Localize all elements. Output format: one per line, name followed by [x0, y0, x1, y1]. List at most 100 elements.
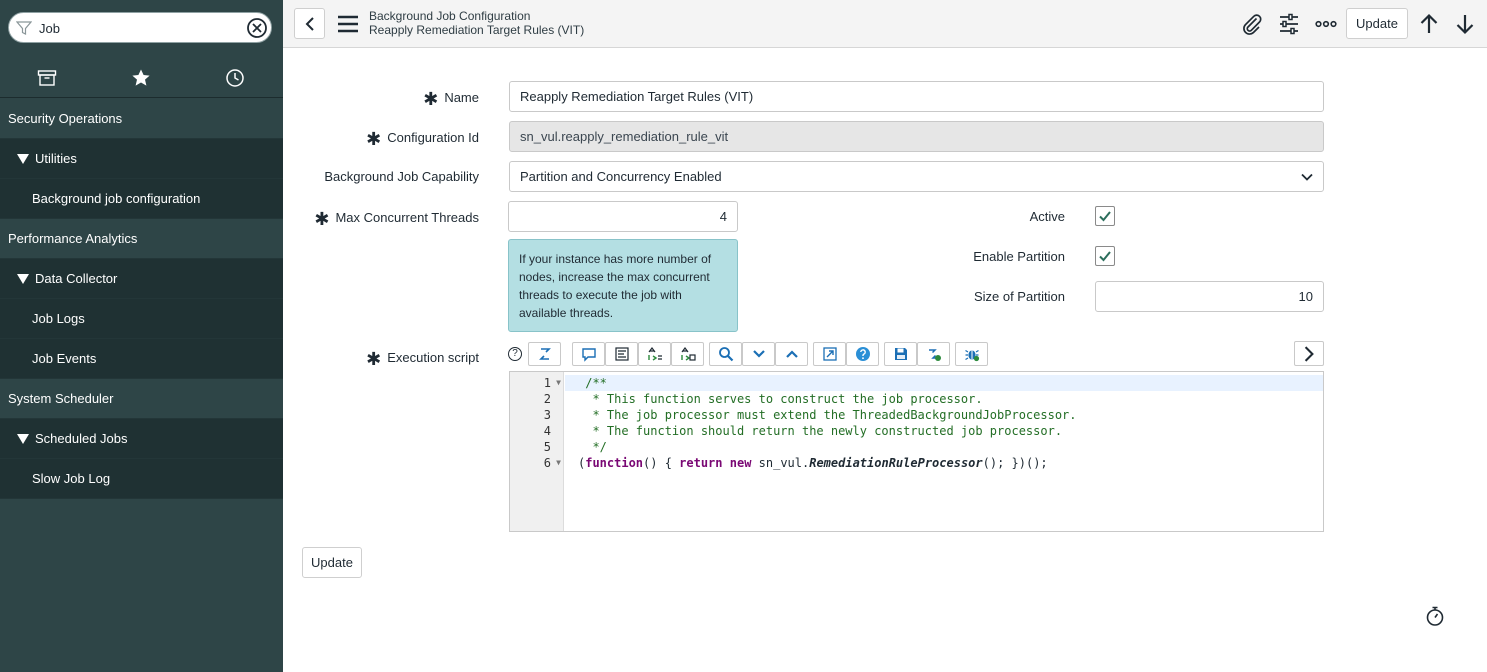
arrow-up-icon[interactable]: [1417, 12, 1441, 36]
navigator-list: Security Operations Utilities Background…: [0, 99, 283, 499]
nav-section-data-collector[interactable]: Data Collector: [0, 259, 283, 299]
form-header: Background Job Configuration Reapply Rem…: [283, 0, 1487, 48]
mandatory-icon: ✱: [366, 349, 382, 369]
nav-label: Scheduled Jobs: [35, 431, 128, 446]
enable-partition-checkbox[interactable]: [1095, 246, 1115, 266]
code-line: * This function serves to construct the …: [578, 392, 983, 406]
fullscreen-button[interactable]: [813, 342, 846, 366]
caret-down-icon: [17, 273, 29, 284]
enable-partition-label: Enable Partition: [973, 249, 1065, 264]
tab-all-applications[interactable]: [0, 58, 94, 98]
table-label: Background Job Configuration: [369, 9, 531, 23]
update-button-footer[interactable]: Update: [302, 547, 362, 578]
capability-select[interactable]: Partition and Concurrency Enabled: [509, 161, 1324, 192]
active-line-highlight: [565, 375, 1323, 391]
chevron-down-icon: [1301, 173, 1313, 181]
comment-icon: [581, 348, 596, 362]
code-line: */: [578, 440, 607, 454]
line-number: 6 ▼: [543, 455, 561, 471]
active-label: Active: [1029, 209, 1065, 224]
debug-script-icon: [928, 349, 941, 361]
name-label: ✱ Name: [423, 89, 479, 109]
script-help-button[interactable]: [846, 342, 879, 366]
line-number: 1 ▼: [543, 375, 561, 391]
nav-label: Utilities: [35, 151, 77, 166]
settings-sliders-icon[interactable]: [1277, 12, 1301, 36]
clear-filter-icon[interactable]: [246, 17, 268, 39]
tab-history[interactable]: [188, 58, 282, 98]
paperclip-icon[interactable]: [1240, 12, 1264, 36]
replace-button[interactable]: [638, 342, 671, 366]
arrow-down-icon[interactable]: [1453, 12, 1477, 36]
script-debugger-button[interactable]: [917, 342, 950, 366]
fold-arrow-icon[interactable]: ▼: [556, 455, 561, 471]
nav-module-job-events[interactable]: Job Events: [0, 339, 283, 379]
caret-down-icon: [17, 153, 29, 164]
expand-icon: [822, 347, 837, 361]
navigator-filter[interactable]: [8, 12, 272, 43]
partition-size-label: Size of Partition: [973, 289, 1065, 304]
active-checkbox[interactable]: [1095, 206, 1115, 226]
back-button[interactable]: [294, 8, 325, 39]
config-id-label: ✱ Configuration Id: [366, 129, 479, 149]
expand-panel-button[interactable]: [1294, 341, 1324, 366]
line-number: 3: [543, 408, 551, 422]
hamburger-menu-icon[interactable]: [337, 13, 359, 35]
replace-all-button[interactable]: [671, 342, 704, 366]
nav-label: Data Collector: [35, 271, 118, 286]
format-code-button[interactable]: [605, 342, 638, 366]
nav-module-background-job-configuration[interactable]: Background job configuration: [0, 179, 283, 219]
replace-icon: [647, 347, 662, 361]
max-threads-hint: If your instance has more number of node…: [508, 239, 738, 332]
max-threads-field[interactable]: 4: [508, 201, 738, 232]
mandatory-icon: ✱: [423, 89, 439, 109]
capability-label: Background Job Capability: [324, 169, 479, 184]
update-button-header[interactable]: Update: [1346, 8, 1408, 39]
execution-script-label: ✱ Execution script: [366, 349, 479, 369]
nav-section-scheduled-jobs[interactable]: Scheduled Jobs: [0, 419, 283, 459]
nav-module-job-logs[interactable]: Job Logs: [0, 299, 283, 339]
replace-all-icon: [680, 347, 696, 361]
chevron-double-down-icon: [752, 350, 765, 358]
nav-label: Slow Job Log: [32, 471, 111, 486]
navigator-filter-input[interactable]: [37, 17, 237, 39]
chevron-double-up-icon: [785, 350, 798, 358]
tabs-divider: [0, 97, 283, 98]
navigator-sidebar: Security Operations Utilities Background…: [0, 0, 283, 672]
line-number: 4: [543, 424, 551, 438]
nav-module-slow-job-log[interactable]: Slow Job Log: [0, 459, 283, 499]
script-help-icon[interactable]: ?: [508, 347, 522, 361]
find-next-button[interactable]: [742, 342, 775, 366]
search-button[interactable]: [709, 342, 742, 366]
code-line: /**: [578, 376, 607, 390]
filter-icon: [16, 21, 32, 35]
nav-label: System Scheduler: [8, 391, 114, 406]
nav-app-system-scheduler[interactable]: System Scheduler: [0, 379, 283, 419]
tab-favorites[interactable]: [94, 58, 188, 98]
archive-icon: [37, 70, 57, 86]
stopwatch-icon[interactable]: [1424, 605, 1446, 627]
save-script-button[interactable]: [884, 342, 917, 366]
nav-section-utilities[interactable]: Utilities: [0, 139, 283, 179]
partition-size-field[interactable]: 10: [1095, 281, 1324, 312]
fold-arrow-icon[interactable]: ▼: [556, 375, 561, 391]
nav-app-performance-analytics[interactable]: Performance Analytics: [0, 219, 283, 259]
toggle-syntax-editor-button[interactable]: [528, 342, 561, 366]
checkmark-icon: [1099, 251, 1111, 262]
script-editor[interactable]: 1 ▼ 2 3 4 5 6 ▼ /** * This function serves…: [509, 371, 1324, 532]
checkmark-icon: [1099, 211, 1111, 222]
code-line: (function() { return new sn_vul.Remediat…: [578, 456, 1048, 470]
mandatory-icon: ✱: [366, 129, 382, 149]
more-options-icon[interactable]: [1314, 12, 1338, 36]
nav-app-security-operations[interactable]: Security Operations: [0, 99, 283, 139]
format-code-icon: [614, 347, 629, 361]
toggle-breakpoint-button[interactable]: [955, 342, 988, 366]
name-field[interactable]: Reapply Remediation Target Rules (VIT): [509, 81, 1324, 112]
nav-label: Job Logs: [32, 311, 85, 326]
find-previous-button[interactable]: [775, 342, 808, 366]
save-icon: [894, 348, 907, 360]
record-label: Reapply Remediation Target Rules (VIT): [369, 23, 585, 37]
comment-button[interactable]: [572, 342, 605, 366]
nav-label: Background job configuration: [32, 191, 201, 206]
clock-icon: [226, 69, 244, 87]
